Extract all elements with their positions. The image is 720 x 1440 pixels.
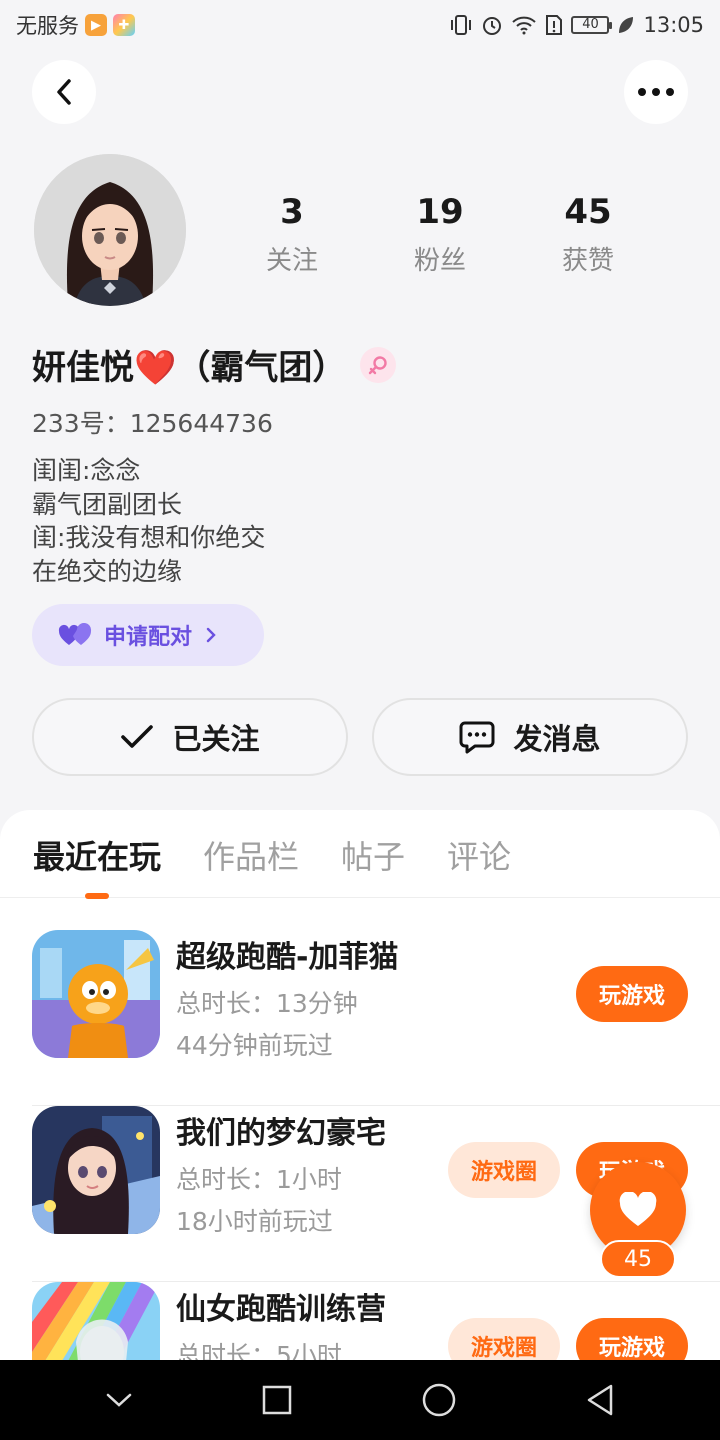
bio-line: 闺:我没有想和你绝交 [32,523,266,552]
checkmark-icon [121,725,154,748]
app-store-icon: ✚ [113,14,135,36]
status-left: 无服务 ▶ ✚ [16,10,135,40]
stat-value: 3 [280,192,304,232]
alarm-icon [481,14,503,36]
nav-home-square-icon[interactable] [261,1384,293,1416]
tab-works[interactable]: 作品栏 [203,832,299,898]
user-id-label: 233号： [32,409,130,438]
content-panel: 最近在玩 作品栏 帖子 评论 超级跑酷-加菲猫 总时长：13分钟 44分钟前玩过… [0,810,720,1360]
user-bio: 闺闺:念念 霸气团副团长 闺:我没有想和你绝交 在绝交的边缘 [32,454,265,588]
nav-down-icon[interactable] [104,1390,134,1410]
user-id-value: 125644736 [129,409,273,438]
tab-comments[interactable]: 评论 [447,832,511,898]
stat-likes[interactable]: 45 获赞 [514,192,662,277]
battery-indicator: 40 [571,16,613,34]
bio-line: 闺闺:念念 [32,456,141,485]
game-icon [32,1282,160,1360]
bio-line: 霸气团副团长 [32,489,183,519]
game-duration: 总时长：1小时 [176,1165,342,1194]
system-nav-bar [0,1360,720,1440]
name-row: 妍佳悦❤️（霸气团） [32,340,397,389]
sim-alert-icon [545,14,563,36]
game-icon [32,930,160,1058]
user-name: 妍佳悦❤️（霸气团） [32,348,347,388]
carrier-text: 无服务 [16,14,79,38]
nav-back-triangle-icon[interactable] [584,1383,616,1417]
game-title: 我们的梦幻豪宅 [176,1116,386,1151]
send-message-button[interactable]: 发消息 [372,698,688,776]
like-count-badge: 45 [600,1240,676,1278]
request-pair-button[interactable]: 申请配对 [32,604,264,666]
more-options-button[interactable] [624,60,688,124]
play-game-button[interactable]: 玩游戏 [576,966,688,1022]
stat-value: 19 [416,192,464,232]
stat-following[interactable]: 3 关注 [218,192,366,277]
chevron-right-icon [206,627,216,643]
game-icon [32,1106,160,1234]
game-title: 仙女跑酷训练营 [176,1292,386,1327]
send-message-label: 发消息 [513,722,601,756]
status-bar: 无服务 ▶ ✚ 40 13:05 [0,0,720,50]
following-label: 已关注 [172,722,260,756]
game-last-played: 44分钟前玩过 [176,1031,333,1060]
leaf-icon [617,15,635,35]
stat-followers[interactable]: 19 粉丝 [366,192,514,277]
play-game-button[interactable]: 玩游戏 [576,1318,688,1360]
stat-label: 获赞 [561,246,614,276]
chat-bubble-icon [459,721,495,754]
request-pair-label: 申请配对 [104,625,193,650]
stat-label: 关注 [265,246,318,276]
game-duration: 总时长：5小时 [176,1341,342,1360]
following-button[interactable]: 已关注 [32,698,348,776]
more-dots-icon [638,88,674,96]
wifi-icon [511,15,537,35]
vibrate-icon [449,14,473,36]
female-gender-icon [360,346,397,383]
game-list-item[interactable]: 超级跑酷-加菲猫 总时长：13分钟 44分钟前玩过 玩游戏 [32,930,720,1106]
profile-tabs: 最近在玩 作品栏 帖子 评论 [0,810,720,899]
status-right: 40 13:05 [449,13,704,37]
tab-posts[interactable]: 帖子 [341,832,405,898]
game-circle-button[interactable]: 游戏圈 [448,1318,560,1360]
avatar-image [34,154,186,306]
app-notification-icon: ▶ [85,14,107,36]
heart-icon [619,1192,657,1226]
tab-recently-played[interactable]: 最近在玩 [33,832,161,899]
stat-value: 45 [564,192,612,232]
back-button[interactable] [32,60,96,124]
clock: 13:05 [643,13,704,37]
double-heart-icon [58,623,92,645]
profile-stats: 3 关注 19 粉丝 45 获赞 [218,192,662,277]
user-id: 233号：125644736 [32,404,273,440]
game-circle-button[interactable]: 游戏圈 [448,1142,560,1198]
nav-home-circle-icon[interactable] [421,1382,457,1418]
game-list-item[interactable]: 仙女跑酷训练营 总时长：5小时 游戏圈 玩游戏 [32,1282,720,1360]
game-duration: 总时长：13分钟 [176,989,358,1018]
avatar[interactable] [34,154,186,306]
game-title: 超级跑酷-加菲猫 [176,940,399,975]
bio-line: 在绝交的边缘 [32,556,183,586]
game-last-played: 18小时前玩过 [176,1207,333,1236]
chevron-left-icon [57,79,71,105]
stat-label: 粉丝 [413,246,466,276]
